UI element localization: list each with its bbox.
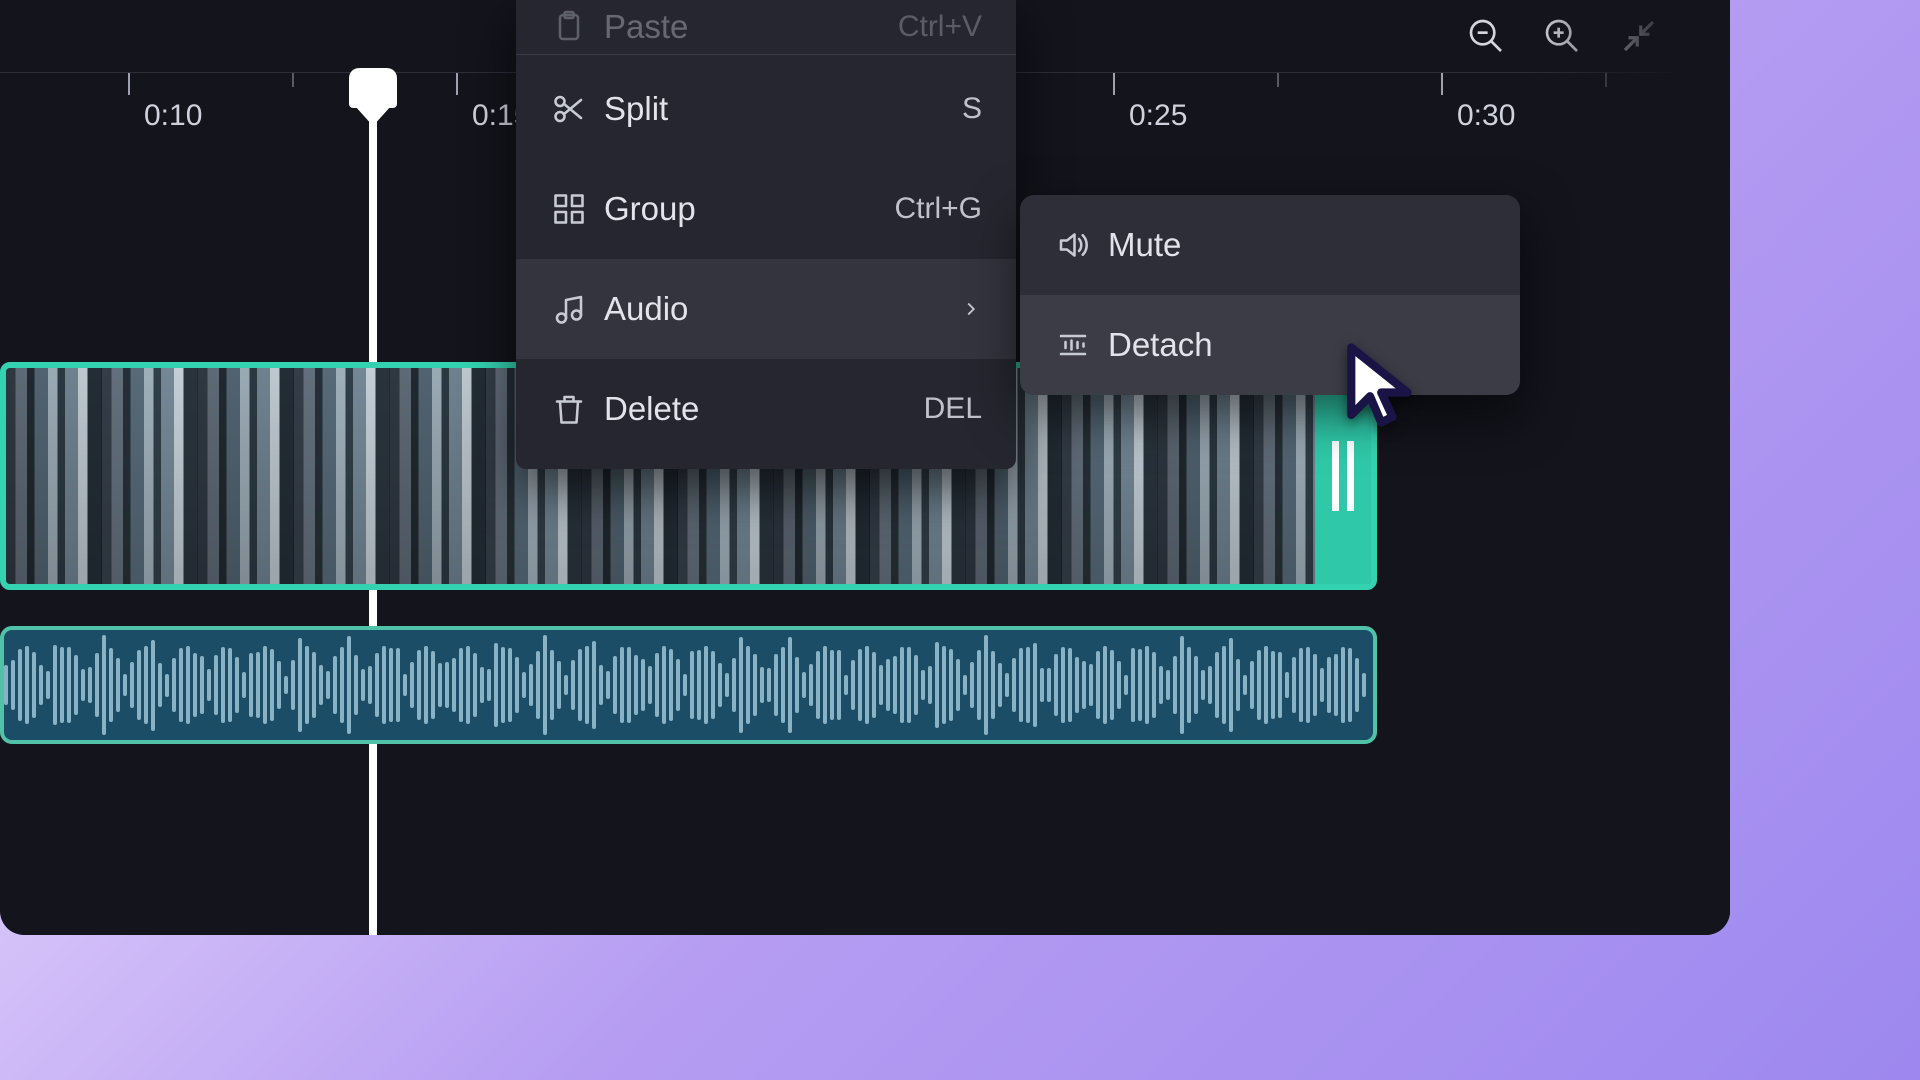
menu-item-shortcut: Ctrl+G	[894, 192, 982, 226]
submenu-item-mute[interactable]: Mute	[1020, 195, 1520, 295]
clip-thumbnail	[1062, 368, 1158, 584]
paste-icon	[542, 9, 596, 45]
chevron-right-icon	[960, 290, 982, 328]
clip-thumbnail	[390, 368, 486, 584]
submenu-item-detach[interactable]: Detach	[1020, 295, 1520, 395]
menu-item-label: Group	[596, 190, 894, 228]
menu-item-audio[interactable]: Audio	[516, 259, 1016, 359]
menu-item-group[interactable]: GroupCtrl+G	[516, 159, 1016, 259]
menu-item-label: Audio	[596, 290, 960, 328]
audio-clip[interactable]	[0, 626, 1377, 744]
group-icon	[542, 191, 596, 227]
ruler-tick: 0:30	[1441, 73, 1443, 95]
music-icon	[542, 291, 596, 327]
clip-thumbnail	[102, 368, 198, 584]
ruler-tick-label: 0:30	[1457, 99, 1515, 133]
menu-item-shortcut: S	[962, 92, 982, 126]
zoom-in-icon[interactable]	[1542, 16, 1582, 56]
clip-thumbnail	[1158, 368, 1254, 584]
collapse-icon[interactable]	[1618, 15, 1660, 57]
ruler-tick-label: 0:10	[144, 99, 202, 133]
ruler-tick: 0:25	[1113, 73, 1115, 95]
menu-item-split[interactable]: SplitS	[516, 59, 1016, 159]
menu-item-label: Paste	[596, 8, 898, 46]
menu-item-delete[interactable]: DeleteDEL	[516, 359, 1016, 459]
clip-thumbnail	[198, 368, 294, 584]
menu-item-label: Mute	[1100, 226, 1486, 264]
menu-item-shortcut: Ctrl+V	[898, 10, 982, 44]
menu-item-paste[interactable]: PasteCtrl+V	[516, 0, 1016, 54]
speaker-icon	[1046, 227, 1100, 263]
audio-submenu: Mute Detach	[1020, 195, 1520, 395]
menu-item-label: Delete	[596, 390, 924, 428]
scissors-icon	[542, 91, 596, 127]
detach-icon	[1046, 327, 1100, 363]
menu-item-label: Split	[596, 90, 962, 128]
playhead-handle[interactable]	[349, 68, 397, 108]
timeline-panel: 0:100:150:250:30 PasteCtrl+VSplitSGroupC…	[0, 0, 1730, 935]
clip-thumbnail	[6, 368, 102, 584]
ruler-tick: 0:10	[128, 73, 130, 95]
trash-icon	[542, 391, 596, 427]
ruler-tick: 0:15	[456, 73, 458, 95]
context-menu: PasteCtrl+VSplitSGroupCtrl+GAudioDeleteD…	[516, 0, 1016, 469]
clip-thumbnail	[294, 368, 390, 584]
mouse-cursor	[1340, 340, 1430, 430]
ruler-tick-label: 0:25	[1129, 99, 1187, 133]
zoom-out-icon[interactable]	[1466, 16, 1506, 56]
menu-item-shortcut: DEL	[924, 392, 982, 426]
